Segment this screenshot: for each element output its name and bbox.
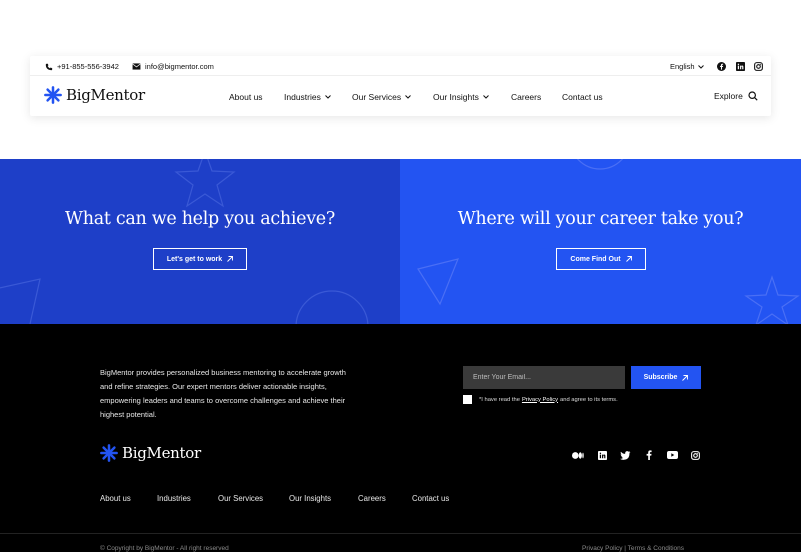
facebook-icon[interactable] [716,61,726,71]
copyright-text: © Copyright by BigMentor - All right res… [100,545,229,552]
twitter-icon[interactable] [619,450,631,460]
nav-our-services[interactable]: Our Services [352,92,411,102]
brand-name: BigMentor [66,86,145,104]
nav-industries[interactable]: Industries [284,92,331,102]
asterisk-logo-icon [44,86,62,104]
arrow-up-right-icon [227,256,234,262]
facebook-icon[interactable] [643,450,655,460]
brand-logo[interactable]: BigMentor [44,86,145,104]
subscribe-button[interactable]: Subscribe [631,366,701,389]
decorative-shapes [417,159,800,324]
explore-label: Explore [714,91,743,101]
hero-right-title: Where will your career take you? [457,209,744,229]
footer-divider [0,533,801,534]
footer-link-our-insights[interactable]: Our Insights [289,494,331,503]
footer-link-contact-us[interactable]: Contact us [412,494,449,503]
privacy-consent: *I have read the Privacy Policy and agre… [463,395,618,404]
main-nav: BigMentor About us Industries Our Servic… [30,76,771,116]
language-label: English [670,62,695,71]
footer-link-our-services[interactable]: Our Services [218,494,263,503]
email-contact[interactable]: info@bigmentor.com [132,62,214,71]
linkedin-icon[interactable] [596,450,608,460]
decorative-shapes [0,159,369,324]
arrow-up-right-icon [682,374,689,381]
asterisk-logo-icon [100,444,118,462]
youtube-icon[interactable] [666,450,678,460]
search-icon [748,91,758,101]
footer-link-about-us[interactable]: About us [100,494,131,503]
nav-contact-us[interactable]: Contact us [562,92,603,102]
footer-brand-name: BigMentor [122,444,201,462]
mail-icon [132,63,141,70]
lets-get-to-work-button[interactable]: Let's get to work [153,248,247,270]
hero-panel-left: What can we help you achieve? Let's get … [0,159,400,324]
phone-number: +91-855-556-3942 [57,62,119,71]
chevron-down-icon [482,95,489,99]
footer-brand-logo[interactable]: BigMentor [100,444,201,462]
consent-checkbox[interactable] [463,395,472,404]
nav-about-us[interactable]: About us [229,92,263,102]
linkedin-icon[interactable] [735,61,745,71]
footer-link-careers[interactable]: Careers [358,494,386,503]
phone-contact[interactable]: +91-855-556-3942 [45,62,119,71]
language-selector[interactable]: English [670,62,704,71]
hero-panel-right: Where will your career take you? Come Fi… [400,159,801,324]
site-header: +91-855-556-3942 info@bigmentor.com Engl… [30,56,771,116]
medium-icon[interactable] [572,450,584,460]
chevron-down-icon [405,95,411,99]
privacy-policy-link[interactable]: Privacy Policy [522,397,558,403]
nav-our-insights[interactable]: Our Insights [433,92,489,102]
explore-button[interactable]: Explore [714,91,758,101]
chevron-down-icon [325,95,331,99]
footer-link-industries[interactable]: Industries [157,494,191,503]
top-bar: +91-855-556-3942 info@bigmentor.com Engl… [30,56,771,76]
email-address: info@bigmentor.com [145,62,214,71]
come-find-out-button[interactable]: Come Find Out [556,248,646,270]
newsletter-email-input[interactable] [463,366,625,389]
instagram-icon[interactable] [689,450,701,460]
phone-icon [45,63,53,70]
arrow-up-right-icon [625,256,632,262]
hero-left-title: What can we help you achieve? [65,209,335,229]
consent-suffix: and agree to its terms. [560,396,618,403]
site-footer: BigMentor provides personalized business… [0,324,801,552]
consent-prefix: *I have read the [479,396,520,403]
chevron-down-icon [697,64,704,69]
nav-careers[interactable]: Careers [511,92,541,102]
legal-links[interactable]: Privacy Policy | Terms & Conditions [582,545,684,552]
footer-about-text: BigMentor provides personalized business… [100,368,346,419]
instagram-icon[interactable] [753,61,763,71]
